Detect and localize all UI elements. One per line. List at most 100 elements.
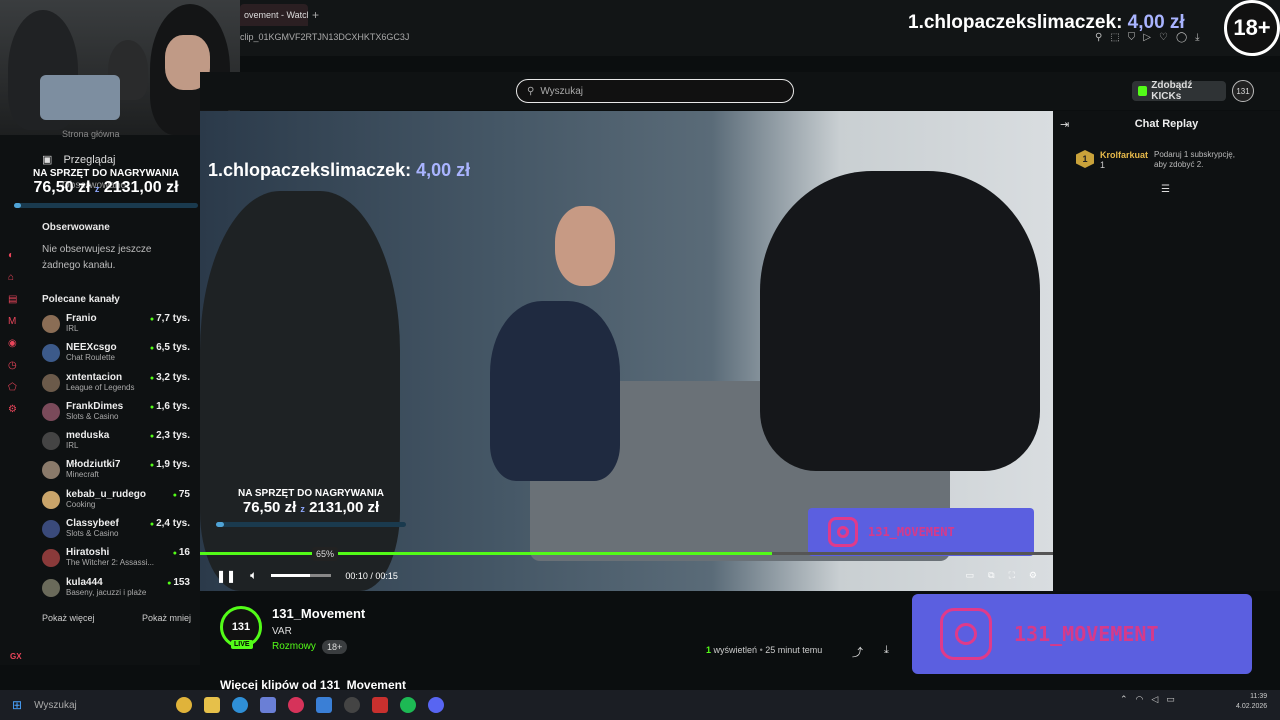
time-total: 00:15 <box>375 570 398 581</box>
followed-title: Obserwowane <box>42 222 110 233</box>
channel-category: Slots & Casino <box>66 529 119 539</box>
app-icon-chrome[interactable] <box>176 697 193 713</box>
nav-icon-6[interactable]: ◷ <box>8 360 24 371</box>
donation-user: 1.chlopaczekslimaczek: <box>908 12 1123 33</box>
app-icon-red[interactable] <box>372 697 389 713</box>
channel-item[interactable]: kula444Baseny, jacuzzi i plaże 153 <box>42 577 190 606</box>
settings-icon[interactable]: ⚙ <box>1029 570 1037 581</box>
tray-battery-icon[interactable]: ▭ <box>1166 694 1175 705</box>
search-input[interactable]: ⚲ Wyszukaj <box>516 79 794 103</box>
live-badge: LIVE <box>231 640 253 649</box>
channel-name: xntentacion <box>66 371 123 383</box>
shield-icon[interactable]: ⛉ <box>1128 32 1136 43</box>
views-count: 1 <box>706 645 712 655</box>
play-icon[interactable]: ▷ <box>1143 32 1151 43</box>
video-goal-sep: z <box>300 504 305 514</box>
browser-tab[interactable]: ovement - Watch <box>240 4 308 26</box>
nav-icon-3[interactable]: ▤ <box>8 294 24 305</box>
channel-item[interactable]: FranioIRL 7,7 tys. <box>42 313 190 342</box>
get-kicks-button[interactable]: Zdobądź KICKs <box>1132 80 1226 102</box>
crop-icon[interactable]: ⬚ <box>1110 32 1119 43</box>
fullscreen-icon[interactable]: ⛶ <box>1009 570 1015 581</box>
nav-icon-1[interactable]: ◐ <box>8 250 24 261</box>
nav-icon-5[interactable]: ◉ <box>8 338 24 349</box>
age-rating-badge: 18+ <box>1224 0 1280 56</box>
start-icon[interactable]: ⊞ <box>12 698 22 712</box>
app-icon-store[interactable] <box>260 697 277 713</box>
nav-icon-4[interactable]: M <box>8 316 24 327</box>
show-less-button[interactable]: Pokaż mniej <box>142 613 191 623</box>
channel-item[interactable]: xntentacionLeague of Legends 3,2 tys. <box>42 372 190 401</box>
volume-slider-fill <box>271 574 311 577</box>
channel-item[interactable]: kebab_u_rudegoCooking 75 <box>42 489 190 518</box>
heart-icon[interactable]: ♡ <box>1159 32 1168 43</box>
download-icon[interactable]: ⤓ <box>884 644 889 657</box>
new-tab-button[interactable]: + <box>312 8 319 22</box>
app-icon-discord[interactable] <box>428 697 445 713</box>
nav-icon-8[interactable]: ⚙ <box>8 404 24 415</box>
age-chip: 18+ <box>322 640 348 654</box>
app-icon-edge[interactable] <box>232 697 249 713</box>
tray-wifi-icon[interactable]: ◠ <box>1136 694 1144 705</box>
sidebar-item-home[interactable]: Strona główna <box>62 129 120 139</box>
theater-icon[interactable]: ▭ <box>966 570 975 581</box>
goal-progress-fill <box>14 203 22 208</box>
browse-icon: ▣ <box>42 154 53 166</box>
channel-name: Hiratoshi <box>66 547 110 559</box>
top-donation-alert: 1.chlopaczekslimaczek: 4,00 zł <box>908 12 1185 34</box>
subscriber-badge: 1 <box>1076 150 1094 168</box>
video-donation-user: 1.chlopaczekslimaczek: <box>208 160 412 180</box>
channel-category: IRL <box>66 441 79 451</box>
volume-icon[interactable]: 🔈︎ <box>250 568 257 583</box>
address-bar[interactable]: clip_01KGMVF2RTJN13DCXHKTX6GC3J <box>240 32 409 42</box>
channel-name: Młodziutki7 <box>66 459 121 471</box>
app-icon-mail[interactable] <box>316 697 333 713</box>
chat-collapse-icon[interactable]: ⇥ <box>1060 118 1069 131</box>
volume-slider[interactable] <box>271 574 332 577</box>
share-icon[interactable]: ⤴ <box>852 644 863 660</box>
video-goal-current: 76,50 zł <box>242 499 297 516</box>
pin-icon[interactable]: ⚲ <box>1095 32 1102 43</box>
category-link[interactable]: Rozmowy <box>272 641 316 652</box>
goal-label: NA SPRZĘT DO NAGRYWANIA <box>33 168 179 179</box>
channel-category: Cooking <box>66 499 96 509</box>
nav-icon-7[interactable]: ⬠ <box>8 382 24 393</box>
nav-icon-2[interactable]: ⌂ <box>8 272 24 283</box>
pause-icon[interactable]: ❚❚ <box>216 569 236 583</box>
tray-chevron-icon[interactable]: ⌃ <box>1120 694 1128 705</box>
video-scene-person-center <box>490 301 620 481</box>
app-icon-spotify[interactable] <box>400 697 417 713</box>
taskbar-clock[interactable]: 11:39 4.02.2026 <box>1236 692 1267 712</box>
pip-icon[interactable]: ⧉ <box>988 570 994 581</box>
chat-filter-icon[interactable]: ☰ <box>1161 184 1170 195</box>
channel-item[interactable]: Młodziutki7Minecraft 1,9 tys. <box>42 459 190 488</box>
sidebar-item-browse[interactable]: ▣ Przeglądaj <box>42 153 115 166</box>
profile-icon[interactable]: ◯ <box>1176 32 1187 43</box>
taskbar-search[interactable]: Wyszukaj <box>34 700 164 711</box>
goal-current: 76,50 zł <box>33 179 91 196</box>
avatar <box>42 315 60 333</box>
avatar <box>42 432 60 451</box>
channel-name-link[interactable]: 131_Movement <box>272 606 365 621</box>
channel-item[interactable]: meduskaIRL 2,3 tys. <box>42 430 190 459</box>
app-icon-opera[interactable] <box>288 697 305 713</box>
app-icon-obs[interactable] <box>344 697 361 713</box>
video-scene-person-right <box>760 171 1040 471</box>
download-browser-icon[interactable]: ⤓ <box>1195 32 1199 43</box>
channel-item[interactable]: HiratoshiThe Witcher 2: Assassi... 16 <box>42 547 190 576</box>
avatar[interactable]: 131 <box>1232 80 1254 102</box>
channel-item[interactable]: FrankDimesSlots & Casino 1,6 tys. <box>42 401 190 430</box>
goal-target: 2131,00 zł <box>103 179 179 196</box>
video-scene-person-left <box>200 191 400 591</box>
channel-item[interactable]: NEEXcsgoChat Roulette 6,5 tys. <box>42 342 190 371</box>
tray-volume-icon[interactable]: ◁ <box>1151 694 1158 705</box>
show-more-button[interactable]: Pokaż więcej <box>42 613 95 623</box>
channel-item[interactable]: ClassybeefSlots & Casino 2,4 tys. <box>42 518 190 547</box>
app-icon-folder[interactable] <box>204 697 221 713</box>
chat-username[interactable]: Krolfarkuat <box>1100 150 1148 160</box>
channel-viewers: 75 <box>173 489 190 500</box>
chat-title: Chat Replay <box>1134 118 1199 130</box>
instagram-overlay-big: 131_MOVEMENT <box>912 594 1252 674</box>
search-icon: ⚲ <box>527 85 535 97</box>
video-goal-label: NA SPRZĘT DO NAGRYWANIA <box>238 488 384 499</box>
